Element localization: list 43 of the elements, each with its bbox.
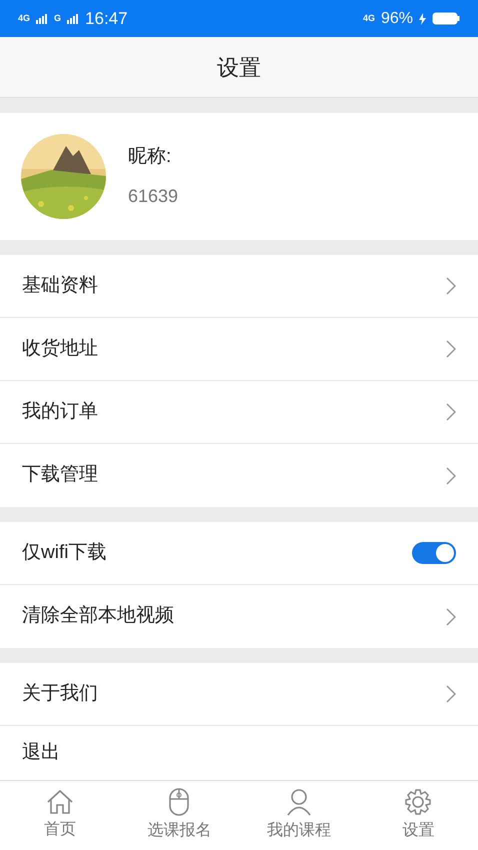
chevron-right-icon [446,403,456,421]
nickname-label: 昵称: [128,144,172,169]
settings-row[interactable]: 仅wifi下载 [0,522,478,585]
chevron-right-icon [446,466,456,484]
toggle-switch[interactable] [412,542,456,564]
row-label: 下载管理 [22,463,98,488]
network-label: G [54,14,62,23]
row-label: 基础资料 [22,274,98,298]
chevron-right-icon [446,277,456,295]
row-label: 我的订单 [22,400,98,424]
person-icon [286,788,312,816]
tab-item[interactable]: 设置 [358,781,478,850]
row-label: 收货地址 [22,336,98,361]
row-label: 退出 [22,740,60,765]
tab-item[interactable]: 我的课程 [239,781,358,850]
mouse-icon [169,788,190,816]
chevron-right-icon [446,340,456,358]
settings-icon [404,788,432,816]
home-icon [46,789,74,815]
settings-row[interactable]: 关于我们 [0,663,478,726]
settings-row[interactable]: 清除全部本地视频 [0,585,478,648]
page-title: 设置 [217,54,261,82]
row-label: 清除全部本地视频 [22,604,174,628]
clock-time: 16:47 [85,8,128,30]
network-label: 4G [18,14,30,23]
tab-item[interactable]: 首页 [0,781,120,850]
settings-row[interactable]: 下载管理 [0,444,478,507]
tab-item[interactable]: 选课报名 [120,781,239,850]
network-label: 4G [362,14,375,23]
battery-percent: 96% [380,8,413,28]
settings-row[interactable]: 退出 [0,726,478,780]
settings-row[interactable]: 收货地址 [0,318,478,381]
user-id: 61639 [128,185,178,208]
row-label: 仅wifi下载 [22,540,106,565]
settings-row[interactable]: 基础资料 [0,255,478,318]
chevron-right-icon [446,608,456,626]
settings-row[interactable]: 我的订单 [0,381,478,444]
chevron-right-icon [446,685,456,703]
battery-icon [432,12,460,25]
charging-icon [419,12,426,24]
signal-icon [36,14,48,24]
signal-icon [67,14,80,24]
row-label: 关于我们 [22,682,98,706]
